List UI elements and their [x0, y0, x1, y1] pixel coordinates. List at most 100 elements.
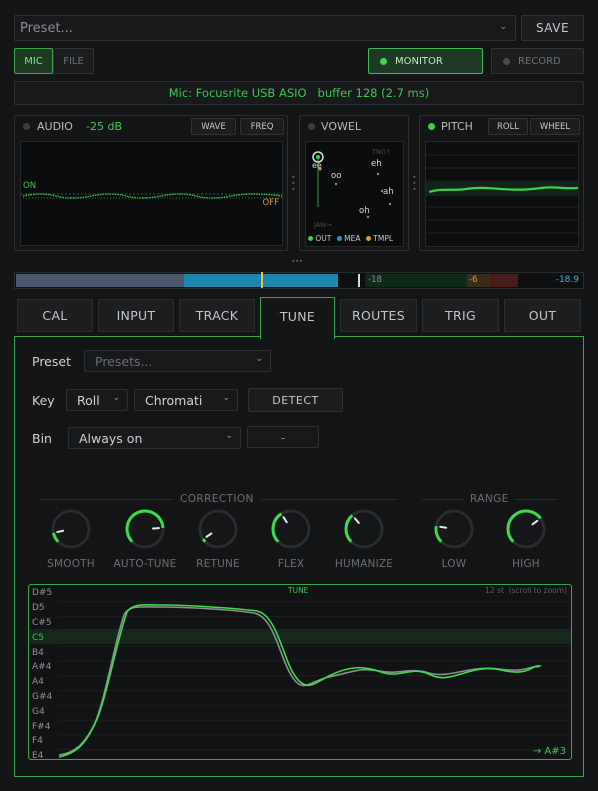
vowel-tng-axis-label: TNG↑ — [372, 148, 392, 156]
key-select[interactable]: Roll ⌄ — [66, 389, 128, 411]
low-knob[interactable] — [434, 509, 474, 549]
bin-extra-value: - — [280, 429, 286, 445]
smooth-knob-label: SMOOTH — [47, 558, 95, 570]
tmpl-legend-label: TMPL — [373, 234, 394, 243]
audio-title: AUDIO — [37, 120, 73, 133]
mea-legend-icon — [336, 236, 342, 241]
key-label: Key — [32, 393, 55, 408]
monitor-button[interactable]: MONITOR — [368, 48, 483, 74]
vowel-led-icon — [308, 123, 315, 130]
file-button[interactable]: FILE — [53, 48, 94, 74]
audio-led-icon — [23, 123, 30, 130]
knob-layer — [51, 509, 546, 549]
note-label: C#5 — [32, 618, 52, 628]
retune-knob[interactable] — [198, 509, 238, 549]
low-knob-pointer — [439, 525, 448, 529]
chevron-down-icon: ⌄ — [225, 431, 233, 441]
scale-select[interactable]: Chromati ⌄ — [134, 389, 238, 411]
vowel-legend: OUT MEA TMPL — [308, 234, 393, 243]
meter-mark-18: -18 — [368, 275, 382, 285]
preset-select[interactable]: Preset... ⌄ — [14, 15, 516, 41]
low-knob-label: LOW — [441, 558, 467, 570]
vowel-resize-handle[interactable]: • • • — [412, 174, 417, 194]
wheel-button[interactable]: WHEEL — [530, 118, 580, 135]
tab-cal[interactable]: CAL — [17, 299, 93, 332]
bin-select[interactable]: Always on ⌄ — [68, 427, 241, 449]
device-info-bar: Mic: Focusrite USB ASIO buffer 128 (2.7 … — [14, 81, 584, 105]
note-label: D#5 — [32, 588, 53, 599]
note-label: A4 — [32, 677, 44, 688]
record-label: RECORD — [518, 55, 561, 67]
tab-tune[interactable]: TUNE — [260, 297, 335, 339]
audio-panel: AUDIO -25 dB WAVE FREQ ON OFF — [14, 115, 288, 251]
note-label: D5 — [32, 603, 45, 614]
note-label: G4 — [32, 706, 45, 717]
meter-mark-6: -6 — [469, 275, 478, 285]
device-info-text: Mic: Focusrite USB ASIO buffer 128 (2.7 … — [168, 86, 430, 100]
flex-knob-label: FLEX — [277, 558, 305, 570]
mea-legend-label: MEA — [344, 234, 361, 243]
note-label: F#4 — [32, 721, 51, 732]
tune-preset-select[interactable]: Presets... ⌄ — [84, 350, 271, 372]
high-knob[interactable] — [506, 509, 546, 549]
record-button[interactable]: RECORD — [491, 48, 584, 74]
save-button[interactable]: SAVE — [521, 15, 584, 41]
vowel-map[interactable]: ee oo eh ah oh TNG↑ JAW→ OUT MEA TMPL — [305, 141, 404, 247]
monitor-led-icon — [380, 57, 387, 65]
off-threshold-label: OFF — [262, 198, 279, 208]
auto-tune-knob[interactable] — [125, 509, 165, 549]
tab-routes[interactable]: ROUTES — [340, 299, 417, 332]
tune-preset-label: Preset — [32, 354, 71, 369]
pitch-panel: PITCH ROLL WHEEL — [419, 115, 584, 251]
mic-button[interactable]: MIC — [14, 48, 53, 74]
out-legend-icon — [308, 236, 313, 241]
panel-resize-handle[interactable]: ••• — [291, 257, 303, 266]
audio-resize-handle[interactable]: • • • — [291, 174, 296, 194]
meter-peak-marker — [261, 272, 263, 288]
range-header: RANGE — [464, 493, 515, 505]
tmpl-legend-icon — [365, 236, 371, 241]
tab-input[interactable]: INPUT — [98, 299, 174, 332]
note-label: E4 — [32, 751, 44, 760]
freq-button[interactable]: FREQ — [240, 118, 284, 135]
smooth-knob-pointer — [56, 529, 65, 534]
vowel-title: VOWEL — [321, 120, 361, 133]
detect-button[interactable]: DETECT — [248, 388, 343, 412]
vowel-ah-label: ah — [383, 187, 394, 197]
on-threshold-label: ON — [23, 181, 37, 191]
bin-value: Always on — [79, 430, 143, 446]
audio-level: -25 dB — [86, 120, 122, 133]
bin-extra-field[interactable]: - — [247, 426, 319, 448]
smooth-knob[interactable] — [51, 509, 91, 549]
out-legend-label: OUT — [315, 234, 332, 243]
level-meter: -18 -6 -18.9 — [14, 272, 584, 289]
vowel-eh-label: eh — [371, 159, 382, 169]
flex-knob[interactable] — [271, 509, 311, 549]
auto-tune-knob-label: AUTO-TUNE — [113, 558, 177, 570]
target-note: → A#3 — [532, 746, 566, 757]
tab-trig[interactable]: TRIG — [422, 299, 499, 332]
tune-graph[interactable]: D#5 D5 C#5 C5 B4 A#4 A4 G#4 G4 F#4 F4 E4 TUNE 12 st… — [28, 584, 572, 760]
chevron-down-icon: ⌄ — [112, 393, 120, 403]
high-knob-label: HIGH — [512, 558, 540, 570]
meter-cursor — [358, 274, 360, 287]
vowel-jaw-axis-label: JAW→ — [314, 221, 332, 229]
tune-graph-title: TUNE — [288, 586, 309, 595]
meter-red-zone — [490, 274, 518, 287]
waveform-display: ON OFF — [20, 141, 284, 246]
roll-button[interactable]: ROLL — [488, 118, 528, 135]
vowel-ee-label: ee — [312, 161, 322, 170]
vowel-panel: VOWEL ee oo eh ah oh TNG↑ JAW→ OUT MEA T… — [299, 115, 409, 251]
vowel-oo-label: oo — [331, 171, 342, 181]
chevron-down-icon: ⌄ — [222, 393, 230, 403]
wave-button[interactable]: WAVE — [191, 118, 236, 135]
monitor-label: MONITOR — [395, 55, 443, 67]
note-labels: D#5 D5 C#5 C5 B4 A#4 A4 G#4 G4 F#4 F4 E4 — [32, 585, 62, 760]
pitch-led-icon — [428, 123, 435, 130]
chevron-down-icon: ⌄ — [255, 354, 263, 364]
tab-track[interactable]: TRACK — [179, 299, 255, 332]
humanize-knob[interactable] — [344, 509, 384, 549]
tab-out[interactable]: OUT — [504, 299, 581, 332]
pitch-title: PITCH — [441, 120, 473, 133]
note-label: G#4 — [32, 692, 53, 702]
